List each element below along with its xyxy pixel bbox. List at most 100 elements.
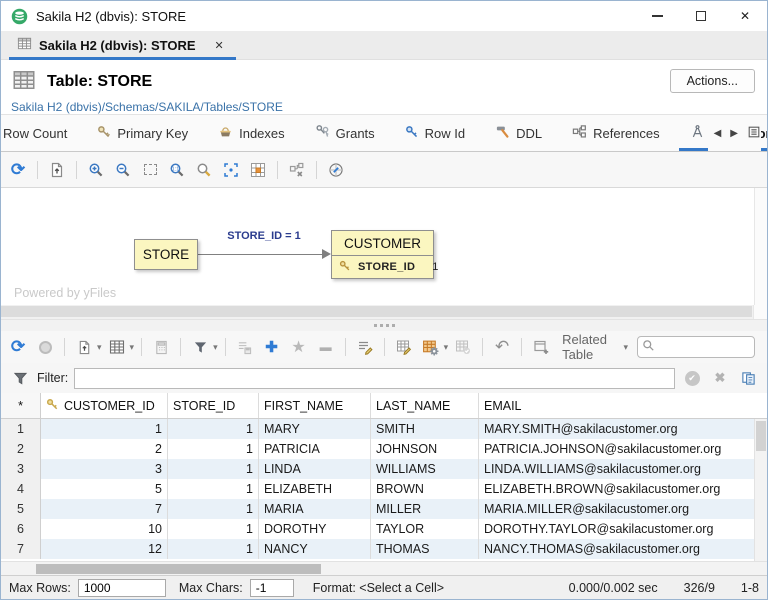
cell-customer-id[interactable]: 3 — [41, 459, 168, 479]
cell-first-name[interactable]: ELIZABETH — [259, 479, 371, 499]
cell-first-name[interactable]: DOROTHY — [259, 519, 371, 539]
cell-first-name[interactable]: MARY — [259, 419, 371, 439]
search-graph-icon[interactable] — [192, 158, 216, 182]
commit-grid-icon[interactable] — [451, 335, 475, 359]
cell-first-name[interactable]: LINDA — [259, 459, 371, 479]
refresh-icon[interactable]: ⟳ — [6, 158, 30, 182]
table-row[interactable]: 6 10 1 DOROTHY TAYLOR DOROTHY.TAYLOR@sak… — [1, 519, 767, 539]
grid-settings-icon[interactable] — [419, 335, 443, 359]
canvas-horizontal-scrollbar[interactable] — [1, 305, 767, 319]
zoom-in-icon[interactable] — [84, 158, 108, 182]
navigator-settings-icon[interactable] — [324, 158, 348, 182]
node-customer[interactable]: CUSTOMER STORE_ID 1 — [331, 230, 434, 279]
cell-first-name[interactable]: MARIA — [259, 499, 371, 519]
scrollbar-thumb[interactable] — [36, 564, 321, 574]
filter-icon[interactable] — [188, 335, 212, 359]
cell-last-name[interactable]: SMITH — [371, 419, 479, 439]
cell-customer-id[interactable]: 10 — [41, 519, 168, 539]
filter-input[interactable] — [74, 368, 675, 389]
cell-last-name[interactable]: JOHNSON — [371, 439, 479, 459]
scrollbar-thumb[interactable] — [1, 306, 752, 317]
open-in-new-window-icon[interactable] — [529, 335, 553, 359]
search-input[interactable] — [655, 340, 750, 354]
grid-horizontal-scrollbar[interactable] — [1, 561, 767, 575]
fit-content-icon[interactable] — [219, 158, 243, 182]
actions-button[interactable]: Actions... — [670, 69, 755, 93]
cell-email[interactable]: LINDA.WILLIAMS@sakilacustomer.org — [479, 459, 767, 479]
tab-indexes[interactable]: Indexes — [203, 115, 300, 151]
tab-row-count[interactable]: Row Count — [1, 115, 82, 151]
cell-email[interactable]: NANCY.THOMAS@sakilacustomer.org — [479, 539, 767, 559]
cell-customer-id[interactable]: 5 — [41, 479, 168, 499]
hide-references-icon[interactable] — [285, 158, 309, 182]
column-header-last-name[interactable]: LAST_NAME — [371, 393, 479, 418]
cell-store-id[interactable]: 1 — [168, 439, 259, 459]
scroll-tabs-right-icon[interactable]: ▶ — [730, 128, 738, 139]
table-row[interactable]: 2 2 1 PATRICIA JOHNSON PATRICIA.JOHNSON@… — [1, 439, 767, 459]
tab-sakila-store[interactable]: Sakila H2 (dbvis): STORE ✕ — [9, 31, 236, 59]
related-table-dropdown[interactable]: Related Table ▾ — [556, 332, 634, 362]
close-button[interactable]: ✕ — [723, 1, 767, 31]
export-image-icon[interactable] — [45, 158, 69, 182]
save-edits-icon[interactable] — [233, 335, 257, 359]
corner-header[interactable]: * — [1, 393, 41, 418]
table-row[interactable]: 4 5 1 ELIZABETH BROWN ELIZABETH.BROWN@sa… — [1, 479, 767, 499]
tab-row-id[interactable]: Row Id — [390, 115, 480, 151]
cell-email[interactable]: PATRICIA.JOHNSON@sakilacustomer.org — [479, 439, 767, 459]
insert-row-icon[interactable]: ✚ — [260, 335, 284, 359]
max-chars-input[interactable] — [250, 579, 294, 597]
cell-customer-id[interactable]: 1 — [41, 419, 168, 439]
undo-icon[interactable]: ↶ — [490, 335, 514, 359]
cell-store-id[interactable]: 1 — [168, 459, 259, 479]
table-row[interactable]: 3 3 1 LINDA WILLIAMS LINDA.WILLIAMS@saki… — [1, 459, 767, 479]
node-store[interactable]: STORE — [134, 239, 198, 270]
grid-view-icon[interactable] — [105, 335, 129, 359]
minimize-button[interactable] — [635, 1, 679, 31]
cell-last-name[interactable]: THOMAS — [371, 539, 479, 559]
maximize-button[interactable] — [679, 1, 723, 31]
stop-icon[interactable] — [33, 335, 57, 359]
tab-list-icon[interactable] — [747, 125, 761, 142]
breadcrumb[interactable]: Sakila H2 (dbvis)/Schemas/SAKILA/Tables/… — [11, 100, 755, 114]
column-header-first-name[interactable]: FIRST_NAME — [259, 393, 371, 418]
column-header-email[interactable]: EMAIL — [479, 393, 767, 418]
cell-last-name[interactable]: BROWN — [371, 479, 479, 499]
cell-email[interactable]: DOROTHY.TAYLOR@sakilacustomer.org — [479, 519, 767, 539]
zoom-actual-size-icon[interactable]: 1:1 — [165, 158, 189, 182]
calculator-icon[interactable] — [149, 335, 173, 359]
table-row[interactable]: 5 7 1 MARIA MILLER MARIA.MILLER@sakilacu… — [1, 499, 767, 519]
cell-store-id[interactable]: 1 — [168, 419, 259, 439]
overview-icon[interactable] — [246, 158, 270, 182]
grid-vertical-scrollbar[interactable] — [754, 419, 767, 561]
max-rows-input[interactable] — [78, 579, 166, 597]
tab-primary-key[interactable]: Primary Key — [82, 115, 203, 151]
duplicate-row-icon[interactable]: ★ — [287, 335, 311, 359]
grid-settings-caret-icon[interactable]: ▾ — [444, 342, 449, 353]
navigator-canvas[interactable]: STORE_ID = 1 STORE CUSTOMER STORE_ID 1 P… — [1, 188, 767, 305]
cell-store-id[interactable]: 1 — [168, 499, 259, 519]
scrollbar-thumb[interactable] — [756, 421, 766, 451]
marquee-zoom-icon[interactable] — [138, 158, 162, 182]
copy-filter-icon[interactable] — [737, 371, 759, 386]
cell-first-name[interactable]: PATRICIA — [259, 439, 371, 459]
tab-references[interactable]: References — [557, 115, 674, 151]
cell-email[interactable]: MARIA.MILLER@sakilacustomer.org — [479, 499, 767, 519]
cell-customer-id[interactable]: 7 — [41, 499, 168, 519]
cell-store-id[interactable]: 1 — [168, 519, 259, 539]
table-row[interactable]: 7 12 1 NANCY THOMAS NANCY.THOMAS@sakilac… — [1, 539, 767, 559]
clear-filter-icon[interactable]: ✖ — [709, 370, 731, 386]
cell-last-name[interactable]: MILLER — [371, 499, 479, 519]
delete-row-icon[interactable]: ▬ — [314, 335, 338, 359]
export-caret-icon[interactable]: ▾ — [97, 342, 102, 353]
filter-caret-icon[interactable]: ▾ — [213, 342, 218, 353]
column-header-customer-id[interactable]: CUSTOMER_ID — [41, 393, 168, 418]
column-header-store-id[interactable]: STORE_ID — [168, 393, 259, 418]
cell-email[interactable]: MARY.SMITH@sakilacustomer.org — [479, 419, 767, 439]
table-row[interactable]: 1 1 1 MARY SMITH MARY.SMITH@sakilacustom… — [1, 419, 767, 439]
apply-filter-icon[interactable]: ✔ — [681, 371, 703, 386]
cell-store-id[interactable]: 1 — [168, 479, 259, 499]
cell-customer-id[interactable]: 12 — [41, 539, 168, 559]
tab-grants[interactable]: Grants — [300, 115, 390, 151]
cell-customer-id[interactable]: 2 — [41, 439, 168, 459]
reload-grid-icon[interactable]: ⟳ — [6, 335, 30, 359]
